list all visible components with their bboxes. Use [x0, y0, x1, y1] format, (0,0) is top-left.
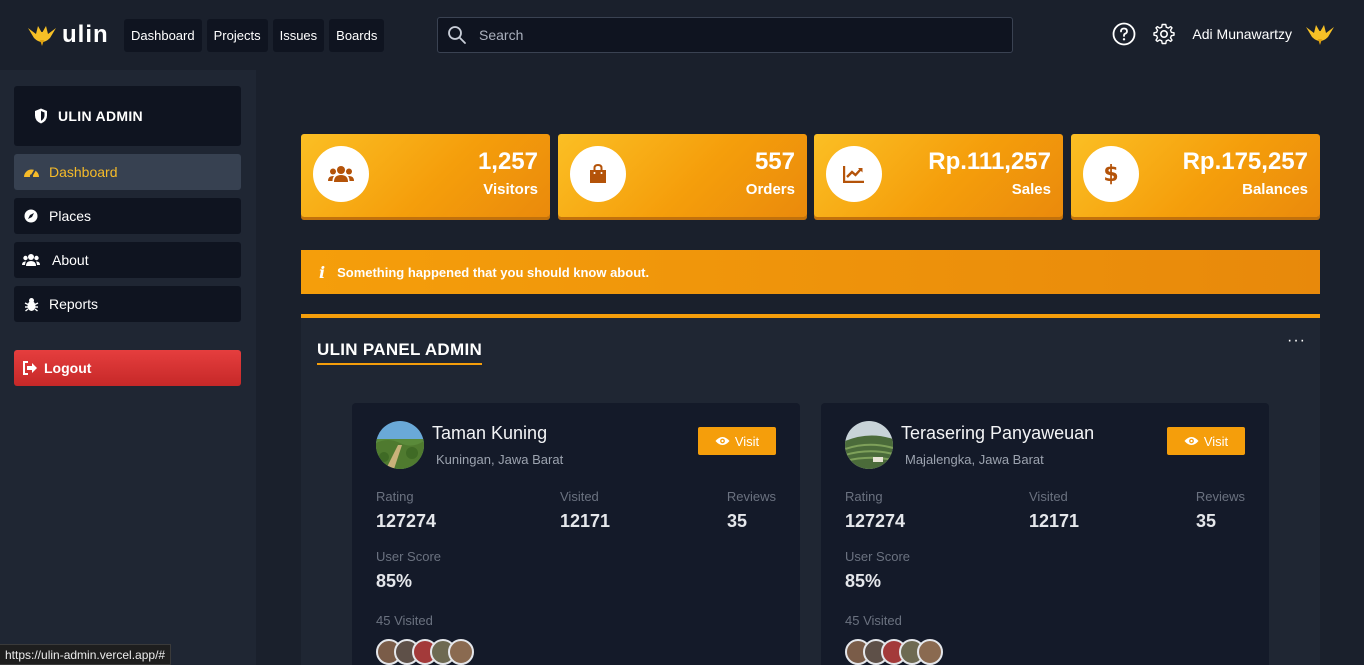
compass-icon: [22, 207, 40, 225]
bird-avatar-icon[interactable]: [1304, 20, 1336, 48]
search-icon: [448, 26, 466, 44]
stat-value: Rp.175,257: [1182, 148, 1308, 175]
visit-label: Visit: [1203, 433, 1229, 449]
sidebar-item-label: Dashboard: [49, 164, 118, 180]
status-bar-url: https://ulin-admin.vercel.app/#: [0, 644, 172, 665]
user-score-label: User Score: [845, 549, 911, 564]
eye-icon: [715, 437, 730, 445]
users-icon: [22, 251, 40, 269]
gear-icon[interactable]: [1152, 22, 1176, 46]
sidebar-item-label: Reports: [49, 296, 99, 312]
avatar[interactable]: [917, 639, 943, 665]
sidebar-item-label: About: [52, 252, 89, 268]
rating-value: 127274: [845, 511, 906, 531]
visited-value: 12171: [1029, 511, 1080, 531]
stat-card-sales: Rp.111,257 Sales: [814, 134, 1063, 217]
user-score-value: 85%: [376, 571, 413, 591]
stat-label: Orders: [745, 181, 795, 198]
sidebar-title: ULIN ADMIN: [58, 108, 143, 124]
stat-card-balances: $ Rp.175,257 Balances: [1071, 134, 1320, 217]
place-location: Majalengka, Jawa Barat: [905, 452, 1044, 467]
chart-line-icon: [826, 146, 882, 202]
place-name: Terasering Panyaweuan: [901, 423, 1095, 443]
stat-value: 557: [754, 148, 795, 175]
visited-count: 45 Visited: [845, 613, 902, 628]
reviews-label: Reviews: [726, 489, 776, 504]
app-logo[interactable]: ulin: [26, 20, 109, 50]
eye-icon: [1184, 437, 1199, 445]
stat-card-orders: 557 Orders: [558, 134, 807, 217]
sidebar-header: ULIN ADMIN: [14, 86, 241, 146]
sidebar-item-dashboard[interactable]: Dashboard: [14, 154, 241, 190]
visited-label: Visited: [1029, 489, 1068, 504]
gauge-icon: [22, 163, 40, 181]
stat-card-visitors: 1,257 Visitors: [301, 134, 550, 217]
visit-button[interactable]: Visit: [698, 427, 776, 455]
place-name: Taman Kuning: [432, 423, 548, 443]
stat-value: 1,257: [477, 148, 538, 175]
search-bar: [437, 17, 1013, 53]
place-thumbnail: [376, 421, 424, 469]
user-score-label: User Score: [376, 549, 442, 564]
reviews-label: Reviews: [1195, 489, 1245, 504]
logout-label: Logout: [44, 360, 92, 376]
rating-label: Rating: [845, 489, 883, 504]
visit-button[interactable]: Visit: [1167, 427, 1245, 455]
visitor-avatars: [376, 639, 474, 665]
visited-value: 12171: [560, 511, 611, 531]
top-right-controls: Adi Munawartzy: [1112, 18, 1336, 50]
alert-text: Something happened that you should know …: [337, 264, 650, 280]
shield-icon: [35, 108, 47, 124]
sidebar-item-label: Places: [49, 208, 92, 224]
visited-label: Visited: [560, 489, 599, 504]
stat-label: Visitors: [483, 181, 538, 198]
user-name[interactable]: Adi Munawartzy: [1192, 26, 1292, 42]
info-icon: i: [319, 262, 326, 282]
stat-value: Rp.111,257: [928, 148, 1051, 175]
top-bar: ulin Dashboard Projects Issues Boards Ad…: [0, 0, 1364, 70]
stat-label: Balances: [1242, 181, 1308, 198]
user-score-value: 85%: [845, 571, 882, 591]
search-input[interactable]: [479, 27, 979, 43]
sidebar-item-reports[interactable]: Reports: [14, 286, 241, 322]
nav-dashboard[interactable]: Dashboard: [124, 19, 202, 52]
top-nav: Dashboard Projects Issues Boards: [124, 19, 385, 52]
visited-count: 45 Visited: [376, 613, 433, 628]
admin-panel: ULIN PANEL ADMIN ··· Taman Kuning Kuning…: [301, 314, 1320, 665]
help-icon[interactable]: [1112, 22, 1136, 46]
reviews-value: 35: [1196, 511, 1217, 531]
sidebar: ULIN ADMIN Dashboard Places About Report…: [0, 70, 256, 665]
dollar-icon: $: [1083, 146, 1139, 202]
nav-boards[interactable]: Boards: [329, 19, 385, 52]
logout-icon: [23, 361, 37, 375]
users-icon: [313, 146, 369, 202]
nav-projects[interactable]: Projects: [206, 19, 268, 52]
place-location: Kuningan, Jawa Barat: [436, 452, 564, 467]
panel-title: ULIN PANEL ADMIN: [317, 340, 483, 365]
shopping-bag-icon: [570, 146, 626, 202]
alert-banner: i Something happened that you should kno…: [301, 250, 1320, 294]
rating-label: Rating: [376, 489, 414, 504]
place-card: Taman Kuning Kuningan, Jawa Barat Visit …: [352, 403, 800, 665]
main-content: 1,257 Visitors 557 Orders Rp.111,257 Sal…: [256, 70, 1364, 665]
visitor-avatars: [845, 639, 943, 665]
place-card: Terasering Panyaweuan Majalengka, Jawa B…: [821, 403, 1269, 665]
stat-label: Sales: [1011, 181, 1051, 198]
more-options-icon[interactable]: ···: [1287, 332, 1306, 350]
bug-icon: [22, 295, 40, 313]
bird-logo-icon: [28, 26, 56, 46]
rating-value: 127274: [376, 511, 437, 531]
avatar[interactable]: [448, 639, 474, 665]
nav-issues[interactable]: Issues: [272, 19, 325, 52]
sidebar-item-about[interactable]: About: [14, 242, 241, 278]
visit-label: Visit: [734, 433, 760, 449]
sidebar-item-places[interactable]: Places: [14, 198, 241, 234]
logout-button[interactable]: Logout: [14, 350, 241, 386]
logo-text: ulin: [62, 21, 109, 48]
reviews-value: 35: [727, 511, 748, 531]
place-thumbnail: [845, 421, 893, 469]
